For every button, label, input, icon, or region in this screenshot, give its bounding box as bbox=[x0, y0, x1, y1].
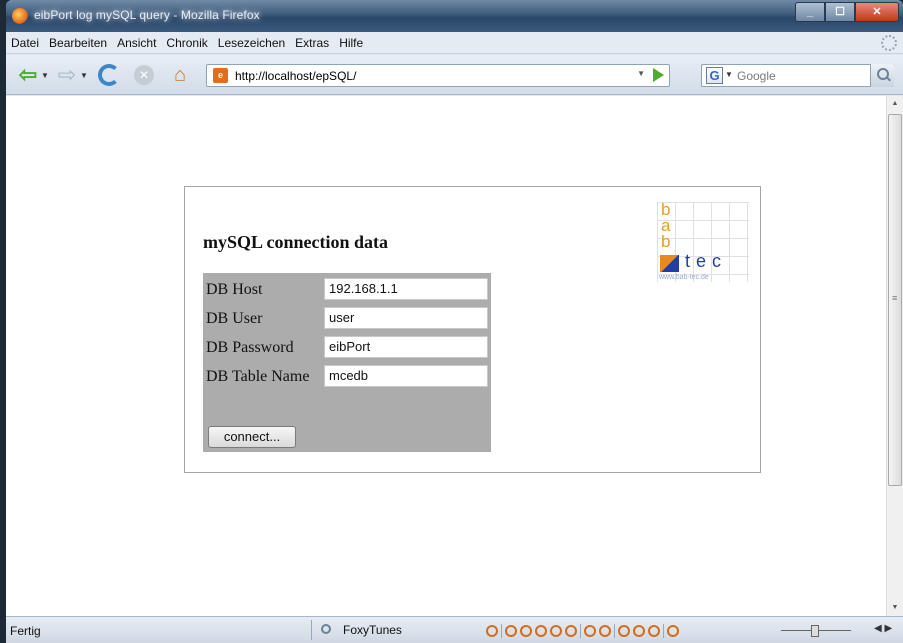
logo-tec: tec bbox=[685, 251, 728, 271]
title-bar[interactable]: eibPort log mySQL query - Mozilla Firefo… bbox=[6, 0, 903, 32]
media-play-icon[interactable] bbox=[520, 625, 532, 637]
throbber-icon bbox=[881, 35, 897, 51]
media-rating-icon[interactable] bbox=[618, 625, 630, 637]
firefox-icon bbox=[12, 8, 28, 24]
db-host-label: DB Host bbox=[206, 281, 263, 298]
media-separator-2 bbox=[580, 624, 581, 638]
scroll-down-arrow-icon[interactable]: ▼ bbox=[887, 600, 903, 616]
search-button[interactable] bbox=[870, 64, 894, 87]
browser-window: eibPort log mySQL query - Mozilla Firefo… bbox=[6, 0, 903, 643]
media-dislike-icon[interactable] bbox=[648, 625, 660, 637]
page-heading: mySQL connection data bbox=[203, 232, 389, 252]
db-password-row: DB Password eibPort bbox=[203, 333, 491, 358]
address-bar[interactable]: e http://localhost/epSQL/ ▼ bbox=[206, 64, 670, 87]
db-password-input[interactable]: eibPort bbox=[324, 336, 488, 358]
vertical-scrollbar[interactable]: ▲ ▼ bbox=[886, 96, 903, 616]
foxytunes-widget[interactable]: FoxyTunes bbox=[321, 623, 402, 637]
stop-icon: ✕ bbox=[134, 65, 154, 85]
statusbar-scroll-arrow-icon[interactable]: ◀ ▶ bbox=[874, 623, 892, 634]
menu-lesezeichen[interactable]: Lesezeichen bbox=[213, 32, 290, 54]
media-next-icon[interactable] bbox=[565, 625, 577, 637]
db-user-row: DB User user bbox=[203, 304, 491, 329]
reload-button[interactable] bbox=[97, 63, 121, 87]
stop-button[interactable]: ✕ bbox=[133, 63, 155, 87]
status-text: Fertig bbox=[10, 624, 41, 638]
window-title: eibPort log mySQL query - Mozilla Firefo… bbox=[34, 8, 260, 22]
volume-icon[interactable] bbox=[667, 625, 679, 637]
logo-letter-b2: b bbox=[661, 232, 671, 251]
navigation-toolbar: ⇦ ▼ ⇨ ▼ ✕ ⌂ e http://localhost/epSQL/ ▼ … bbox=[6, 55, 903, 95]
db-user-label: DB User bbox=[206, 310, 263, 327]
menu-extras[interactable]: Extras bbox=[290, 32, 334, 54]
db-table-input[interactable]: mcedb bbox=[324, 365, 488, 387]
media-pause-icon[interactable] bbox=[535, 625, 547, 637]
media-controls bbox=[486, 624, 679, 638]
menu-bearbeiten[interactable]: Bearbeiten bbox=[44, 32, 112, 54]
window-controls: _ ☐ ✕ bbox=[795, 2, 899, 22]
db-table-row: DB Table Name mcedb bbox=[203, 362, 491, 387]
logo-website: www.bab-tec.de bbox=[659, 274, 709, 281]
db-host-row: DB Host 192.168.1.1 bbox=[203, 275, 491, 300]
db-host-input[interactable]: 192.168.1.1 bbox=[324, 278, 488, 300]
db-table-label: DB Table Name bbox=[206, 368, 310, 385]
foxytunes-label: FoxyTunes bbox=[343, 623, 402, 637]
media-repeat-icon[interactable] bbox=[599, 625, 611, 637]
forward-history-dropdown[interactable]: ▼ bbox=[79, 63, 89, 87]
reload-icon bbox=[98, 64, 120, 86]
media-separator bbox=[501, 624, 502, 638]
back-button[interactable]: ⇦ bbox=[16, 62, 40, 87]
go-button[interactable] bbox=[653, 68, 664, 82]
scroll-thumb[interactable] bbox=[888, 114, 902, 486]
menu-chronik[interactable]: Chronik bbox=[161, 32, 212, 54]
menu-ansicht[interactable]: Ansicht bbox=[112, 32, 161, 54]
maximize-button[interactable]: ☐ bbox=[825, 2, 855, 22]
search-placeholder[interactable]: Google bbox=[737, 69, 776, 83]
url-history-dropdown[interactable]: ▼ bbox=[637, 69, 645, 78]
close-button[interactable]: ✕ bbox=[855, 2, 899, 22]
search-engine-dropdown[interactable]: ▼ bbox=[725, 70, 733, 79]
home-button[interactable]: ⌂ bbox=[168, 63, 192, 87]
forward-button[interactable]: ⇨ bbox=[56, 62, 78, 87]
scroll-up-arrow-icon[interactable]: ▲ bbox=[887, 96, 903, 112]
bab-tec-logo: b a b tec www.bab-tec.de bbox=[657, 200, 749, 302]
site-favicon-icon: e bbox=[213, 68, 228, 83]
media-previous-icon[interactable] bbox=[505, 625, 517, 637]
logo-triangle-icon bbox=[660, 255, 679, 272]
db-user-input[interactable]: user bbox=[324, 307, 488, 329]
connect-button[interactable]: connect... bbox=[208, 426, 296, 448]
search-bar[interactable]: G ▼ Google bbox=[701, 64, 894, 87]
minimize-button[interactable]: _ bbox=[795, 2, 825, 22]
connection-form: DB Host 192.168.1.1 DB User user DB Pass… bbox=[203, 273, 491, 452]
page-viewport: mySQL connection data b a b tec www.bab-… bbox=[6, 96, 886, 616]
menu-bar: Datei Bearbeiten Ansicht Chronik Lesezeichen… bbox=[6, 32, 903, 54]
media-like-icon[interactable] bbox=[633, 625, 645, 637]
search-engine-icon[interactable]: G bbox=[706, 67, 723, 84]
media-separator-4 bbox=[663, 624, 664, 638]
volume-slider[interactable] bbox=[781, 625, 851, 637]
menu-hilfe[interactable]: Hilfe bbox=[334, 32, 368, 54]
media-stop-icon[interactable] bbox=[550, 625, 562, 637]
menu-datei[interactable]: Datei bbox=[6, 32, 44, 54]
back-history-dropdown[interactable]: ▼ bbox=[40, 63, 50, 87]
url-text[interactable]: http://localhost/epSQL/ bbox=[235, 69, 356, 83]
media-separator-3 bbox=[614, 624, 615, 638]
media-shuffle-icon[interactable] bbox=[584, 625, 596, 637]
foxytunes-search-icon bbox=[321, 624, 331, 634]
status-bar: Fertig FoxyTunes ◀ ▶ bbox=[6, 616, 903, 643]
connection-panel: mySQL connection data b a b tec www.bab-… bbox=[184, 186, 761, 473]
db-password-label: DB Password bbox=[206, 339, 294, 356]
status-separator bbox=[311, 620, 312, 640]
media-player-icon[interactable] bbox=[486, 625, 498, 637]
